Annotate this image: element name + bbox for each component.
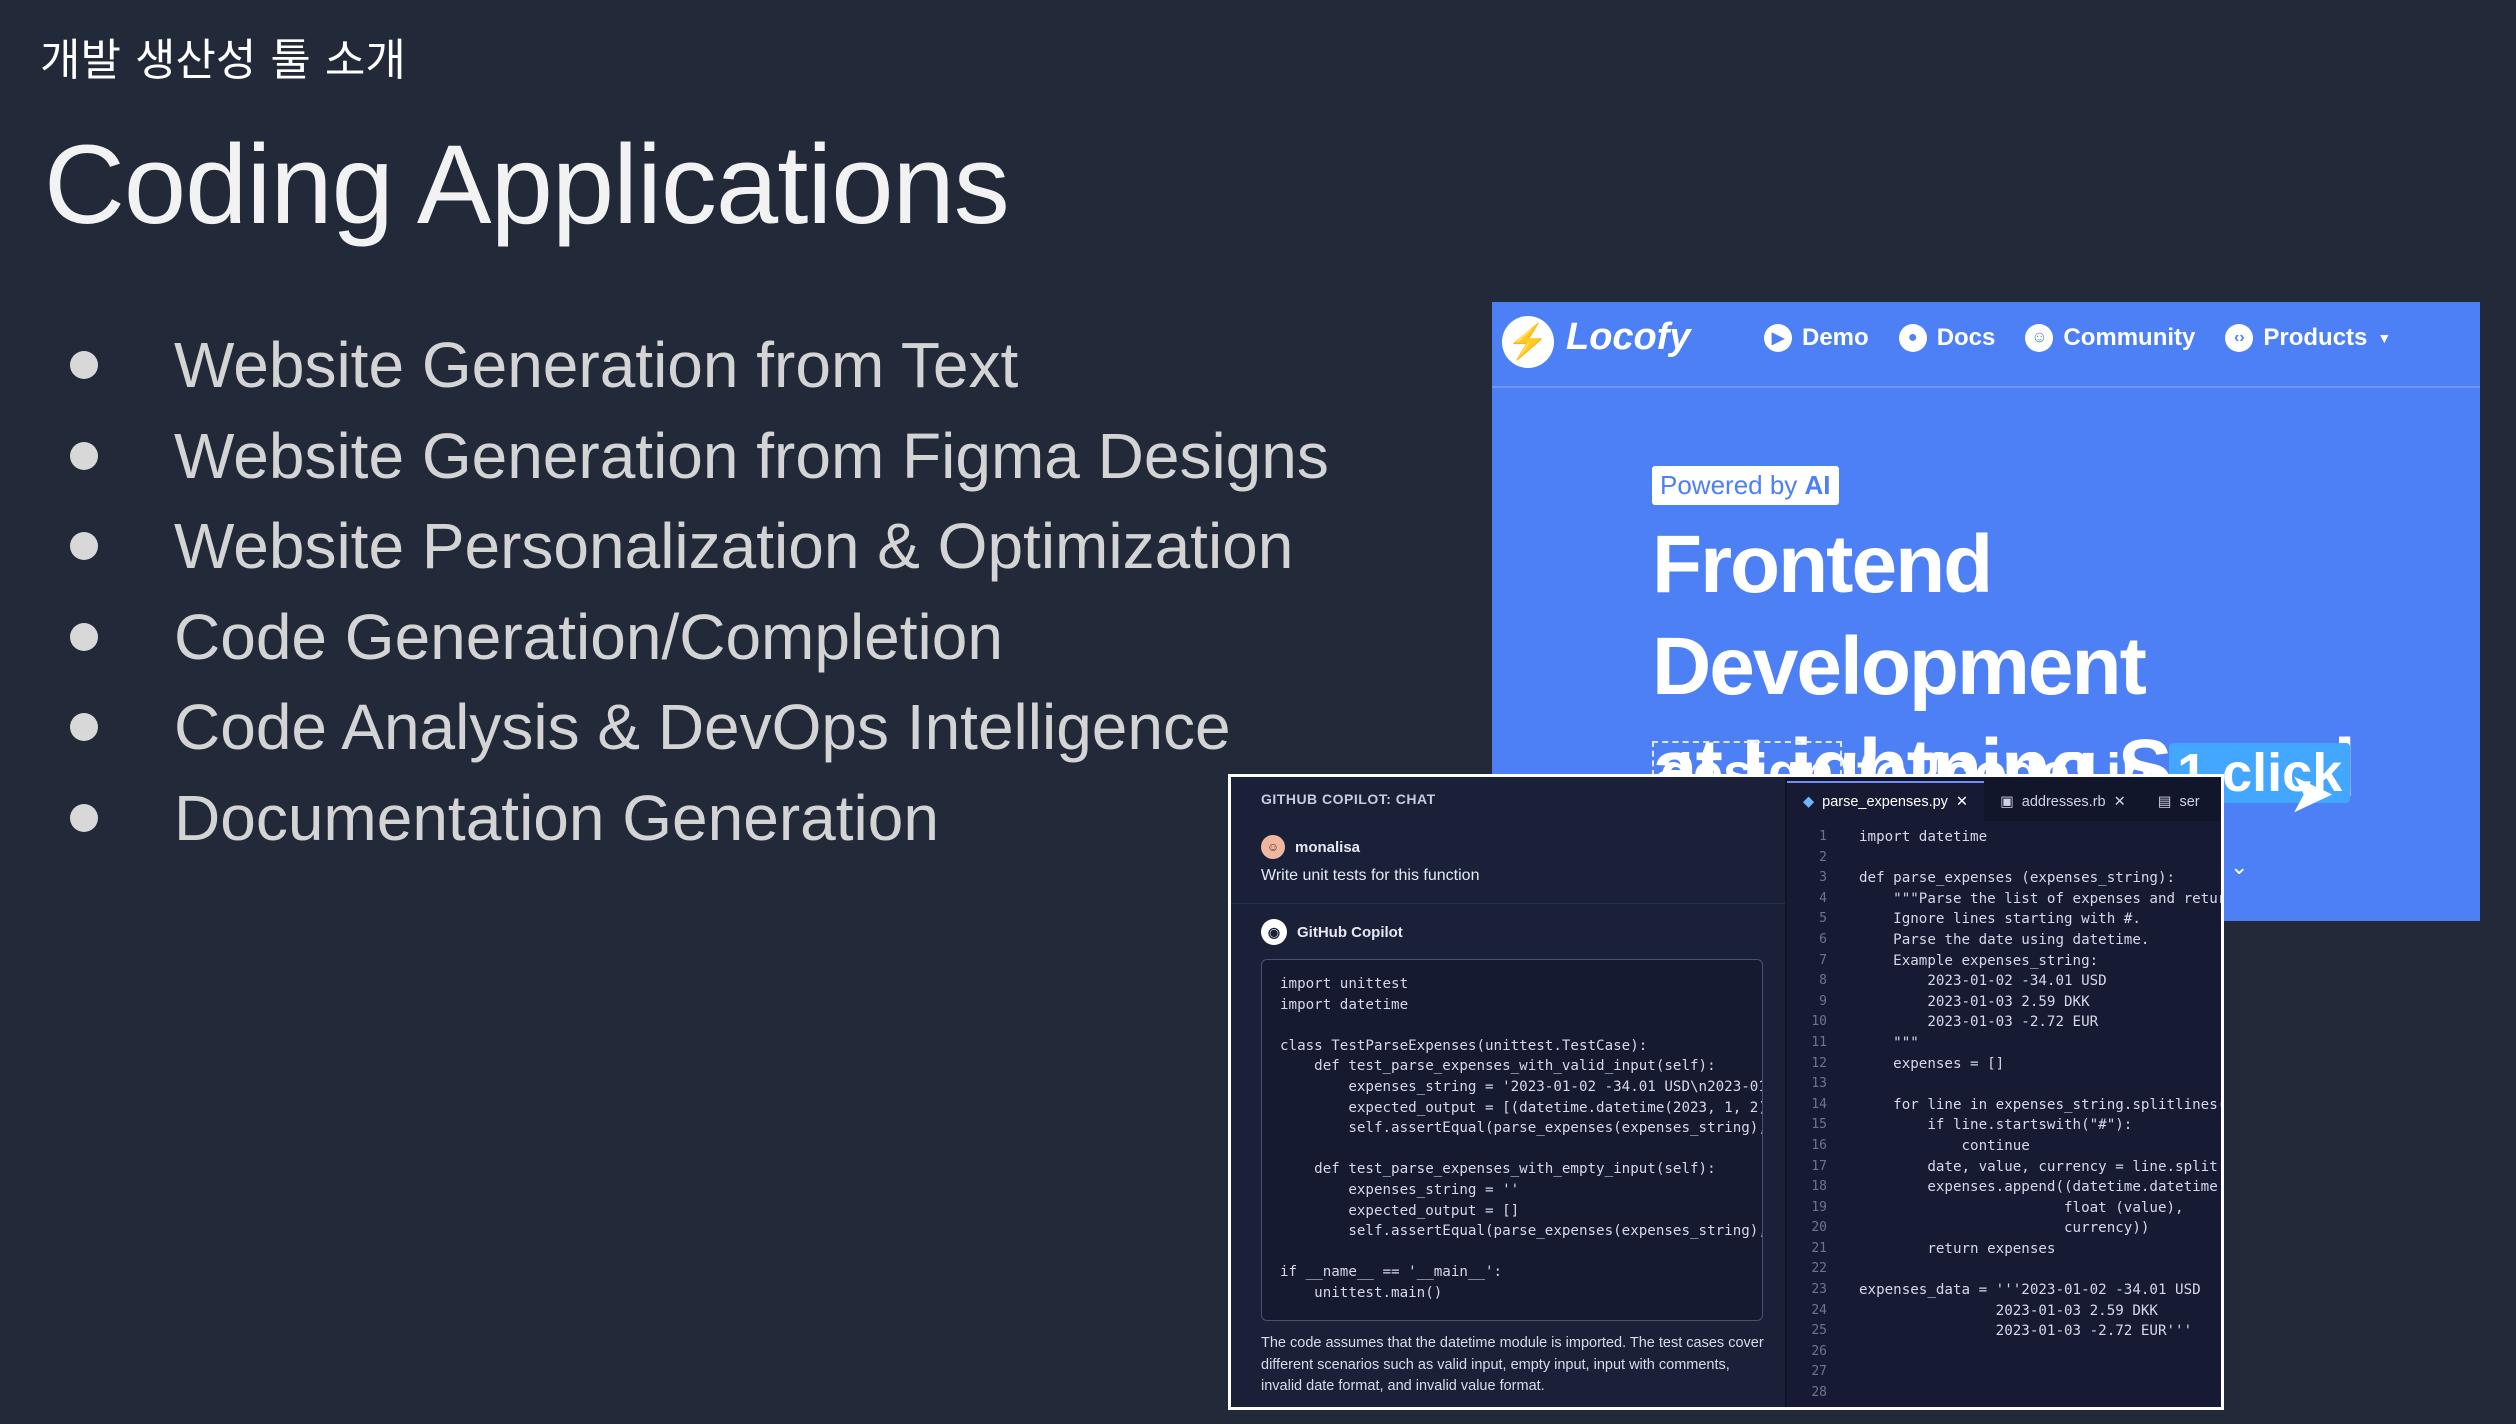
chat-bot: ◉ GitHub Copilot	[1261, 919, 1403, 945]
bullet-dot-icon	[70, 532, 98, 561]
bullet-item: Documentation Generation	[70, 773, 1329, 864]
bullet-item: Code Generation/Completion	[70, 592, 1329, 683]
tab-ser[interactable]: ▤ ser	[2142, 783, 2216, 821]
tab-label: parse_expenses.py	[1822, 794, 1948, 810]
people-icon: ☺	[2025, 324, 2054, 352]
chat-user: ☺ monalisa	[1261, 835, 1360, 859]
cursor-arrow-icon: ➤	[2288, 761, 2335, 824]
bullet-text: Website Personalization & Optimization	[174, 510, 1294, 583]
user-message: Write unit tests for this function	[1261, 867, 1480, 884]
bullet-dot-icon	[70, 803, 98, 832]
locofy-nav-links: ▶ Demo ● Docs ☺ Community ‹› Products ▼	[1764, 324, 2391, 352]
bot-name: GitHub Copilot	[1297, 923, 1403, 941]
bulb-icon: ●	[1898, 324, 1927, 352]
slide-subtitle: 개발 생산성 툴 소개	[40, 35, 406, 86]
bullet-item: Website Generation from Figma Designs	[70, 411, 1329, 502]
user-name: monalisa	[1295, 838, 1361, 856]
chat-note: The code assumes that the datetime modul…	[1261, 1335, 1764, 1394]
bullet-dot-icon	[70, 713, 98, 742]
nav-products[interactable]: ‹› Products ▼	[2225, 324, 2391, 352]
copilot-chat-panel: GITHUB COPILOT: CHAT ☺ monalisa Write uni…	[1231, 777, 1787, 1407]
chat-code-text: import unittest import datetime class Te…	[1280, 976, 1763, 1301]
bullet-text: Website Generation from Text	[174, 329, 1019, 402]
file-icon: ▤	[2157, 794, 2172, 810]
code-icon: ‹›	[2225, 324, 2254, 352]
line-number-text: 1 2 3 4 5 6 7 8 9 10 11 12 13 14 15 16 1…	[1811, 829, 1827, 1401]
tab-parse-expenses[interactable]: ◆ parse_expenses.py ✕	[1787, 781, 1985, 821]
nav-demo[interactable]: ▶ Demo	[1764, 324, 1869, 352]
python-file-icon: ◆	[1803, 794, 1815, 810]
locofy-brand[interactable]: Locofy	[1566, 316, 1691, 359]
editor-source[interactable]: import datetime def parse_expenses (expe…	[1859, 827, 2224, 1342]
close-icon[interactable]: ✕	[2114, 794, 2126, 810]
locofy-bolt-icon[interactable]: ⚡	[1502, 316, 1554, 368]
badge-strong: AI	[1804, 470, 1831, 500]
bullet-item: Website Generation from Text	[70, 320, 1329, 411]
chat-header: GITHUB COPILOT: CHAT	[1261, 791, 1436, 807]
chat-divider	[1231, 903, 1785, 904]
nav-docs-label: Docs	[1936, 324, 1996, 351]
bullet-text: Code Analysis & DevOps Intelligence	[174, 691, 1231, 764]
bullet-dot-icon	[70, 441, 98, 470]
chat-code-block[interactable]: import unittest import datetime class Te…	[1261, 959, 1763, 1321]
ruby-file-icon: ▣	[2000, 794, 2014, 810]
bullet-text: Website Generation from Figma Designs	[174, 419, 1329, 492]
headline-line-1: Frontend Development	[1652, 519, 2147, 712]
code-editor: ◆ parse_expenses.py ✕ ▣ addresses.rb ✕ ▤ ser …	[1787, 777, 2221, 1407]
tab-label: addresses.rb	[2021, 794, 2106, 810]
editor-code-text: import datetime def parse_expenses (expe…	[1859, 829, 2224, 1340]
bullet-text: Code Generation/Completion	[174, 600, 1003, 673]
editor-tabs: ◆ parse_expenses.py ✕ ▣ addresses.rb ✕ ▤ ser	[1787, 777, 2221, 821]
locofy-navbar: ⚡ Locofy ▶ Demo ● Docs ☺ Community ‹› Produc…	[1492, 302, 2480, 388]
nav-demo-label: Demo	[1802, 324, 1869, 351]
nav-community-label: Community	[2063, 324, 2196, 351]
play-icon: ▶	[1764, 324, 1792, 352]
caret-down-icon: ▼	[2377, 330, 2392, 346]
nav-products-label: Products	[2263, 324, 2368, 351]
bullet-dot-icon	[70, 351, 98, 380]
tab-addresses[interactable]: ▣ addresses.rb ✕	[1984, 783, 2142, 821]
copilot-screenshot: GITHUB COPILOT: CHAT ☺ monalisa Write uni…	[1228, 774, 2224, 1410]
bullet-list: Website Generation from Text Website Gen…	[70, 320, 1329, 863]
bullet-item: Website Personalization & Optimization	[70, 501, 1329, 592]
nav-docs[interactable]: ● Docs	[1898, 324, 1996, 352]
avatar: ☺	[1261, 835, 1285, 859]
bullet-dot-icon	[70, 622, 98, 651]
powered-by-badge: Powered by AI	[1652, 466, 1839, 505]
bullet-text: Documentation Generation	[174, 781, 939, 854]
badge-prefix: Powered by	[1660, 470, 1805, 500]
nav-community[interactable]: ☺ Community	[2025, 324, 2195, 352]
close-icon[interactable]: ✕	[1956, 794, 1968, 810]
copilot-icon: ◉	[1261, 919, 1287, 945]
chevron-down-icon[interactable]: ⌄	[2230, 854, 2248, 880]
bullet-item: Code Analysis & DevOps Intelligence	[70, 682, 1329, 773]
line-numbers: 1 2 3 4 5 6 7 8 9 10 11 12 13 14 15 16 1…	[1787, 827, 1827, 1404]
slide-title: Coding Applications	[44, 122, 1010, 247]
tab-label: ser	[2179, 794, 2200, 810]
